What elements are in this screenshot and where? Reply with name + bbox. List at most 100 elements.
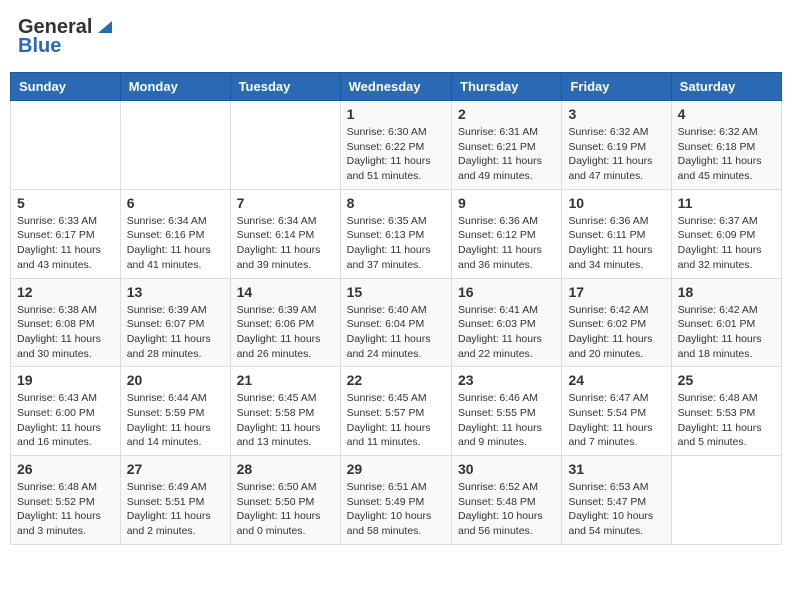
day-number: 30: [458, 461, 555, 477]
day-info: Sunrise: 6:50 AM Sunset: 5:50 PM Dayligh…: [237, 480, 334, 539]
day-info: Sunrise: 6:32 AM Sunset: 6:18 PM Dayligh…: [678, 125, 775, 184]
day-info: Sunrise: 6:42 AM Sunset: 6:01 PM Dayligh…: [678, 303, 775, 362]
day-number: 13: [127, 284, 224, 300]
calendar-cell: 11 Sunrise: 6:37 AM Sunset: 6:09 PM Dayli…: [671, 189, 781, 278]
calendar-cell: 12Sunrise: 6:38 AM Sunset: 6:08 PM Dayli…: [11, 278, 121, 367]
calendar-cell: 6 Sunrise: 6:34 AM Sunset: 6:16 PM Daylig…: [120, 189, 230, 278]
day-info: Sunrise: 6:39 AM Sunset: 6:07 PM Dayligh…: [127, 303, 224, 362]
calendar-week-row: 5 Sunrise: 6:33 AM Sunset: 6:17 PM Daylig…: [11, 189, 782, 278]
day-number: 6: [127, 195, 224, 211]
day-number: 8: [347, 195, 445, 211]
weekday-header: Wednesday: [340, 73, 451, 101]
day-info: Sunrise: 6:37 AM Sunset: 6:09 PM Dayligh…: [678, 214, 775, 273]
day-info: Sunrise: 6:44 AM Sunset: 5:59 PM Dayligh…: [127, 391, 224, 450]
calendar-cell: [120, 101, 230, 190]
day-info: Sunrise: 6:46 AM Sunset: 5:55 PM Dayligh…: [458, 391, 555, 450]
weekday-header: Monday: [120, 73, 230, 101]
calendar-cell: 5 Sunrise: 6:33 AM Sunset: 6:17 PM Daylig…: [11, 189, 121, 278]
weekday-header: Saturday: [671, 73, 781, 101]
calendar-cell: 2 Sunrise: 6:31 AM Sunset: 6:21 PM Daylig…: [452, 101, 562, 190]
weekday-header: Friday: [562, 73, 671, 101]
calendar-cell: 27 Sunrise: 6:49 AM Sunset: 5:51 PM Dayli…: [120, 456, 230, 545]
day-number: 26: [17, 461, 114, 477]
day-info: Sunrise: 6:34 AM Sunset: 6:14 PM Dayligh…: [237, 214, 334, 273]
day-info: Sunrise: 6:53 AM Sunset: 5:47 PM Dayligh…: [568, 480, 664, 539]
calendar-cell: 29 Sunrise: 6:51 AM Sunset: 5:49 PM Dayli…: [340, 456, 451, 545]
day-info: Sunrise: 6:31 AM Sunset: 6:21 PM Dayligh…: [458, 125, 555, 184]
calendar-cell: 23 Sunrise: 6:46 AM Sunset: 5:55 PM Dayli…: [452, 367, 562, 456]
day-number: 15: [347, 284, 445, 300]
calendar-cell: 20 Sunrise: 6:44 AM Sunset: 5:59 PM Dayli…: [120, 367, 230, 456]
calendar-cell: 19Sunrise: 6:43 AM Sunset: 6:00 PM Dayli…: [11, 367, 121, 456]
page-header: General Blue: [10, 10, 782, 64]
day-number: 24: [568, 372, 664, 388]
day-info: Sunrise: 6:32 AM Sunset: 6:19 PM Dayligh…: [568, 125, 664, 184]
calendar-cell: 7 Sunrise: 6:34 AM Sunset: 6:14 PM Daylig…: [230, 189, 340, 278]
day-info: Sunrise: 6:41 AM Sunset: 6:03 PM Dayligh…: [458, 303, 555, 362]
calendar-cell: 1 Sunrise: 6:30 AM Sunset: 6:22 PM Daylig…: [340, 101, 451, 190]
day-number: 20: [127, 372, 224, 388]
calendar-cell: 3Sunrise: 6:32 AM Sunset: 6:19 PM Daylig…: [562, 101, 671, 190]
day-number: 19: [17, 372, 114, 388]
calendar-week-row: 1 Sunrise: 6:30 AM Sunset: 6:22 PM Daylig…: [11, 101, 782, 190]
day-number: 31: [568, 461, 664, 477]
day-number: 21: [237, 372, 334, 388]
day-number: 17: [568, 284, 664, 300]
calendar-cell: 9 Sunrise: 6:36 AM Sunset: 6:12 PM Daylig…: [452, 189, 562, 278]
day-number: 28: [237, 461, 334, 477]
calendar-cell: 4 Sunrise: 6:32 AM Sunset: 6:18 PM Daylig…: [671, 101, 781, 190]
day-number: 9: [458, 195, 555, 211]
day-info: Sunrise: 6:48 AM Sunset: 5:52 PM Dayligh…: [17, 480, 114, 539]
weekday-header: Tuesday: [230, 73, 340, 101]
day-info: Sunrise: 6:36 AM Sunset: 6:12 PM Dayligh…: [458, 214, 555, 273]
day-info: Sunrise: 6:40 AM Sunset: 6:04 PM Dayligh…: [347, 303, 445, 362]
day-number: 11: [678, 195, 775, 211]
calendar-week-row: 26 Sunrise: 6:48 AM Sunset: 5:52 PM Dayli…: [11, 456, 782, 545]
calendar-week-row: 19Sunrise: 6:43 AM Sunset: 6:00 PM Dayli…: [11, 367, 782, 456]
weekday-header: Sunday: [11, 73, 121, 101]
calendar-week-row: 12Sunrise: 6:38 AM Sunset: 6:08 PM Dayli…: [11, 278, 782, 367]
logo: General Blue: [18, 16, 112, 58]
day-number: 5: [17, 195, 114, 211]
calendar-cell: 18Sunrise: 6:42 AM Sunset: 6:01 PM Dayli…: [671, 278, 781, 367]
day-info: Sunrise: 6:45 AM Sunset: 5:57 PM Dayligh…: [347, 391, 445, 450]
day-number: 29: [347, 461, 445, 477]
calendar-table: SundayMondayTuesdayWednesdayThursdayFrid…: [10, 72, 782, 545]
day-number: 12: [17, 284, 114, 300]
day-info: Sunrise: 6:36 AM Sunset: 6:11 PM Dayligh…: [568, 214, 664, 273]
day-info: Sunrise: 6:45 AM Sunset: 5:58 PM Dayligh…: [237, 391, 334, 450]
calendar-cell: 22 Sunrise: 6:45 AM Sunset: 5:57 PM Dayli…: [340, 367, 451, 456]
day-number: 27: [127, 461, 224, 477]
day-info: Sunrise: 6:39 AM Sunset: 6:06 PM Dayligh…: [237, 303, 334, 362]
calendar-cell: 26 Sunrise: 6:48 AM Sunset: 5:52 PM Dayli…: [11, 456, 121, 545]
calendar-cell: 28 Sunrise: 6:50 AM Sunset: 5:50 PM Dayli…: [230, 456, 340, 545]
day-info: Sunrise: 6:48 AM Sunset: 5:53 PM Dayligh…: [678, 391, 775, 450]
calendar-cell: 14 Sunrise: 6:39 AM Sunset: 6:06 PM Dayli…: [230, 278, 340, 367]
day-number: 7: [237, 195, 334, 211]
weekday-header: Thursday: [452, 73, 562, 101]
logo-blue-text: Blue: [18, 35, 61, 58]
day-info: Sunrise: 6:34 AM Sunset: 6:16 PM Dayligh…: [127, 214, 224, 273]
weekday-header-row: SundayMondayTuesdayWednesdayThursdayFrid…: [11, 73, 782, 101]
day-number: 4: [678, 106, 775, 122]
day-number: 22: [347, 372, 445, 388]
day-info: Sunrise: 6:33 AM Sunset: 6:17 PM Dayligh…: [17, 214, 114, 273]
day-info: Sunrise: 6:30 AM Sunset: 6:22 PM Dayligh…: [347, 125, 445, 184]
day-info: Sunrise: 6:35 AM Sunset: 6:13 PM Dayligh…: [347, 214, 445, 273]
day-number: 1: [347, 106, 445, 122]
calendar-cell: 21 Sunrise: 6:45 AM Sunset: 5:58 PM Dayli…: [230, 367, 340, 456]
calendar-cell: 15 Sunrise: 6:40 AM Sunset: 6:04 PM Dayli…: [340, 278, 451, 367]
calendar-cell: 8 Sunrise: 6:35 AM Sunset: 6:13 PM Daylig…: [340, 189, 451, 278]
day-number: 10: [568, 195, 664, 211]
calendar-cell: 10 Sunrise: 6:36 AM Sunset: 6:11 PM Dayli…: [562, 189, 671, 278]
day-number: 23: [458, 372, 555, 388]
calendar-cell: 31 Sunrise: 6:53 AM Sunset: 5:47 PM Dayli…: [562, 456, 671, 545]
day-number: 14: [237, 284, 334, 300]
calendar-cell: 17Sunrise: 6:42 AM Sunset: 6:02 PM Dayli…: [562, 278, 671, 367]
day-number: 2: [458, 106, 555, 122]
calendar-cell: 30Sunrise: 6:52 AM Sunset: 5:48 PM Dayli…: [452, 456, 562, 545]
calendar-cell: [11, 101, 121, 190]
day-info: Sunrise: 6:51 AM Sunset: 5:49 PM Dayligh…: [347, 480, 445, 539]
calendar-cell: 13 Sunrise: 6:39 AM Sunset: 6:07 PM Dayli…: [120, 278, 230, 367]
day-info: Sunrise: 6:49 AM Sunset: 5:51 PM Dayligh…: [127, 480, 224, 539]
